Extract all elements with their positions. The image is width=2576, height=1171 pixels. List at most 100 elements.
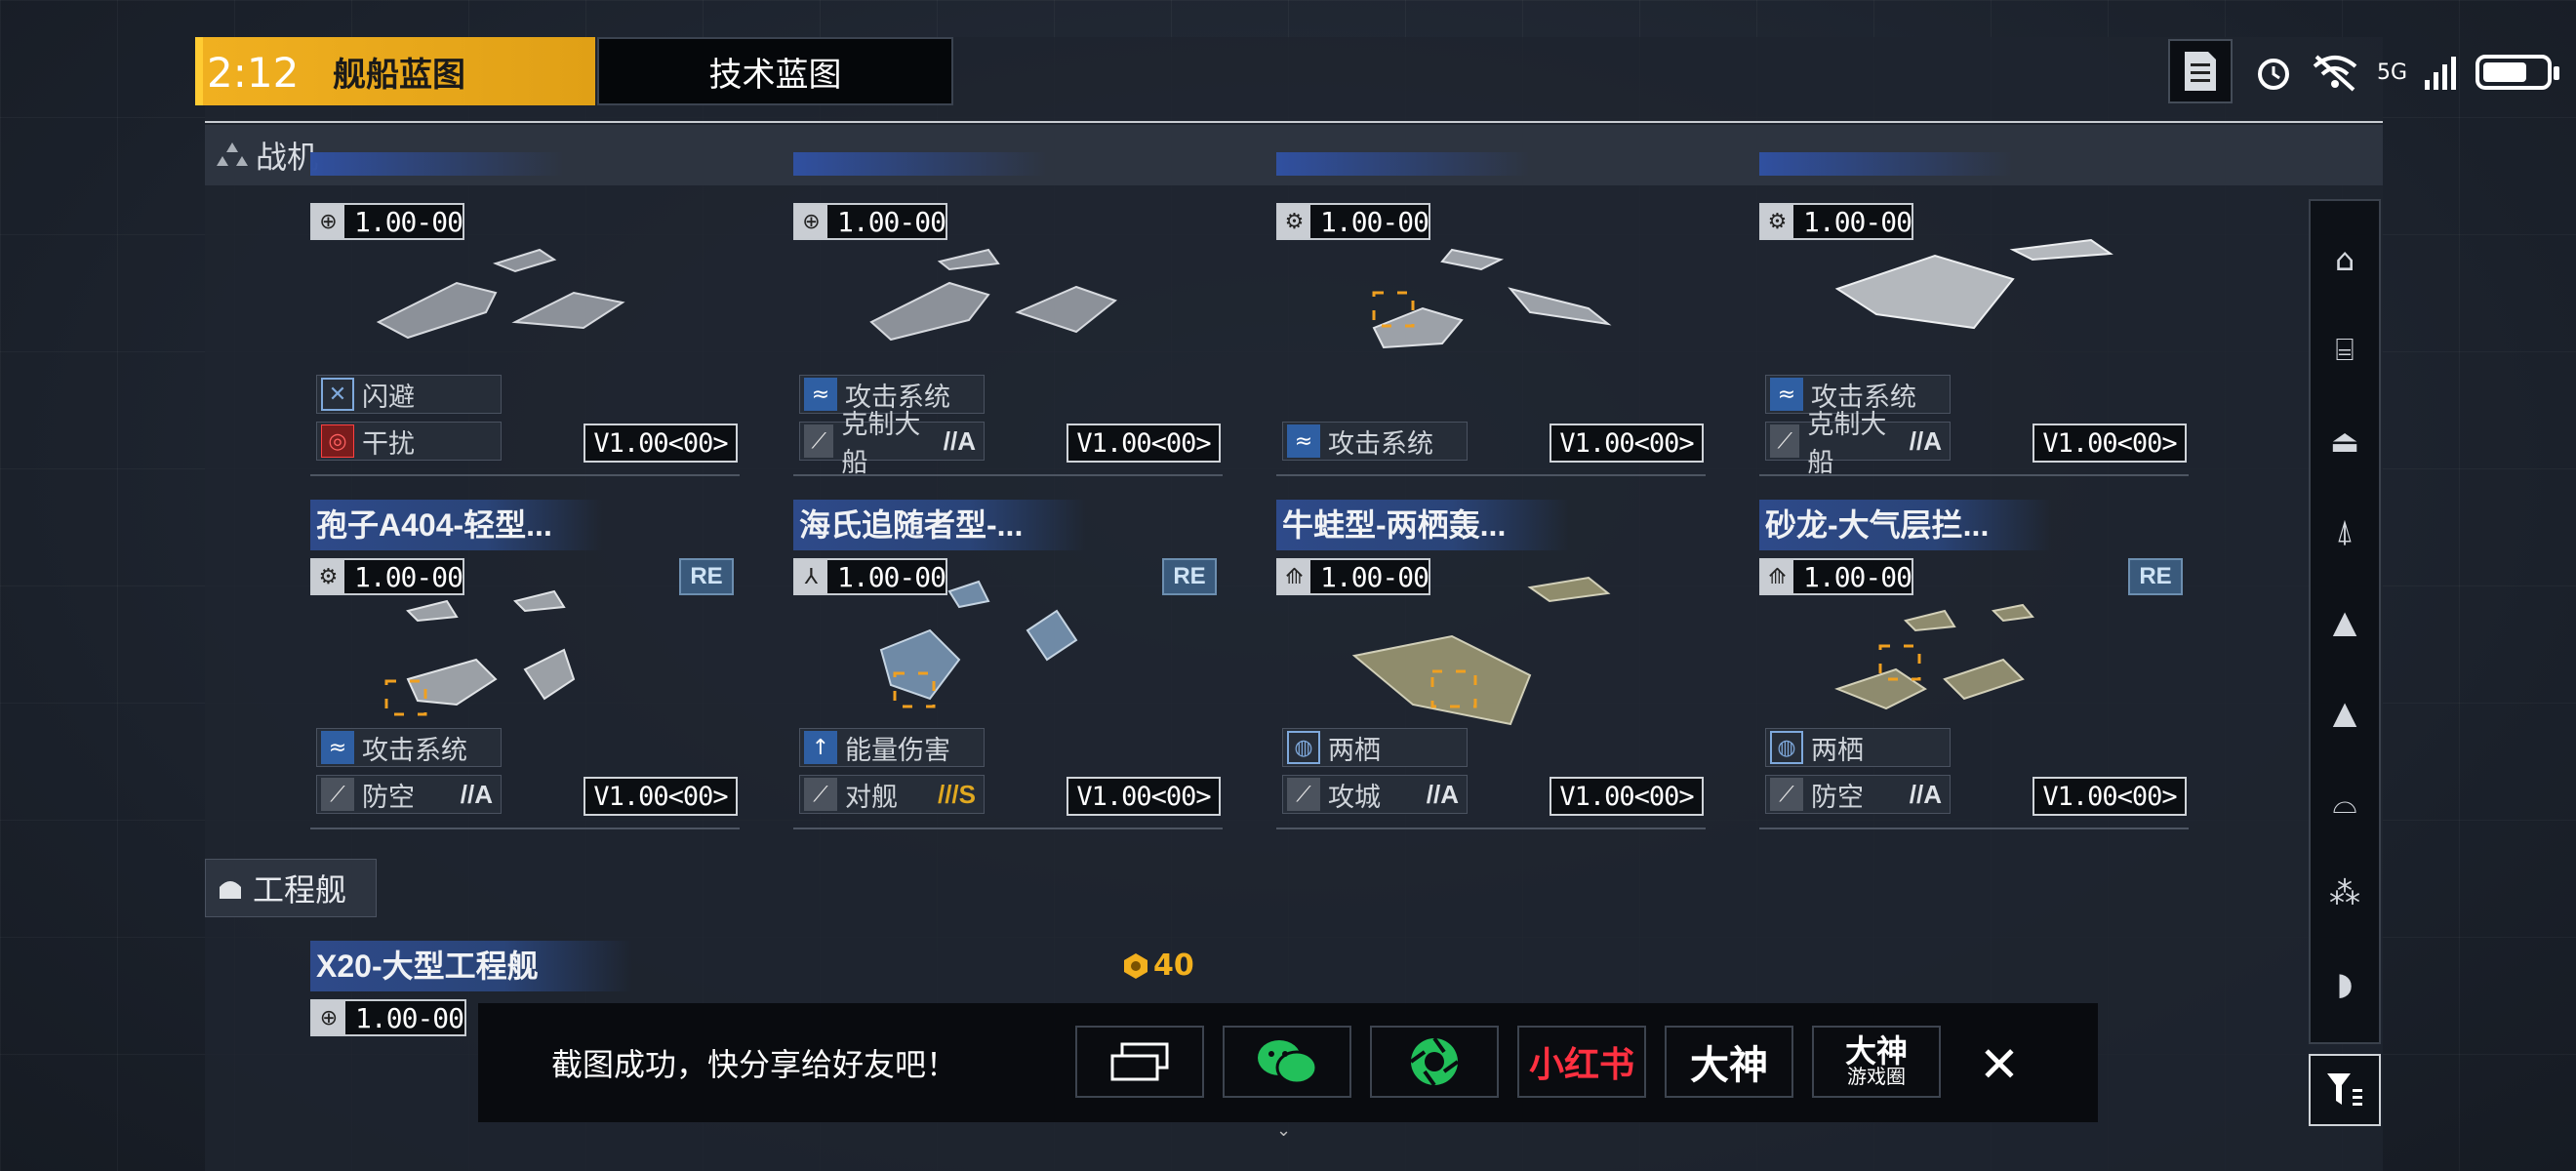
- card-title-partial: [1276, 152, 1530, 176]
- trait-chip: ↑ 能量伤害: [799, 728, 985, 767]
- card-baseline: [793, 474, 1223, 476]
- anti-ship-icon: ⟋: [804, 778, 837, 811]
- share-close-button[interactable]: ✕: [1979, 1036, 2020, 1093]
- ship-card-r1-3[interactable]: ⚙ 1.00-00 ≈ 攻击系统 V1.00<00>: [1276, 152, 1725, 498]
- stat-box: ⊕ 1.00-00: [310, 999, 466, 1036]
- attack-system-icon: ≈: [321, 731, 354, 764]
- fighter-section-icon: [217, 142, 248, 166]
- ship-card-r1-2[interactable]: ⊕ 1.00-00 ≈ 攻击系统 ⟋ 克制大船//A V1.00<00>: [793, 152, 1242, 498]
- share-xiaohongshu-button[interactable]: 小红书: [1517, 1026, 1646, 1098]
- dashen-logo: 大神: [1690, 1044, 1768, 1087]
- card-title: 孢子A404-轻型...: [310, 500, 603, 550]
- filter-icon: [2327, 1073, 2362, 1106]
- share-moments-button[interactable]: [1370, 1026, 1499, 1098]
- moments-icon: [1409, 1036, 1460, 1087]
- trait-chip: ≈ 攻击系统: [316, 728, 502, 767]
- siege-icon: ⟋: [1287, 778, 1320, 811]
- amphibious-icon: ◍: [1770, 731, 1803, 764]
- engineering-ship-icon: [220, 881, 241, 899]
- ship-image: [1834, 238, 2113, 330]
- trait-chip: ⟋ 克制大船//A: [1765, 410, 1951, 477]
- section-header-engineering[interactable]: 工程舰: [205, 859, 377, 917]
- card-title-partial: [793, 152, 1047, 176]
- trait-chip: ◍ 两栖: [1282, 728, 1468, 767]
- wing-icon: ⟰: [1761, 560, 1793, 593]
- share-dashen-community-button[interactable]: 大神 游戏圈: [1812, 1026, 1941, 1098]
- category-icon-8[interactable]: ⁂: [2325, 873, 2364, 912]
- ship-card-r2-3[interactable]: 牛蛙型-两栖轰... ⟰ 1.00-00 ◍ 两栖 ⟋ 攻城//A V1.00<00>: [1276, 500, 1725, 829]
- category-icon-5[interactable]: ▲: [2325, 602, 2364, 641]
- re-badge: RE: [1162, 558, 1217, 595]
- category-icon-9[interactable]: ◗: [2325, 964, 2364, 1003]
- share-dashen-button[interactable]: 大神: [1665, 1026, 1793, 1098]
- section-fighter-label: 战机: [256, 140, 319, 175]
- wechat-icon: [1258, 1040, 1318, 1085]
- category-icon-7[interactable]: ⌓: [2325, 783, 2364, 822]
- attack-system-icon: ≈: [1770, 378, 1803, 411]
- card-baseline: [1276, 474, 1706, 476]
- globe-icon: ⊕: [312, 205, 344, 238]
- xiaohongshu-logo: 小红书: [1528, 1044, 1634, 1084]
- trait-chip: ⟋ 防空//A: [1765, 775, 1951, 814]
- category-icon-2[interactable]: ⌸: [2325, 331, 2364, 370]
- alarm-icon: [2258, 59, 2289, 90]
- copy-window-icon: [1110, 1042, 1169, 1081]
- stat-value: 1.00-00: [353, 205, 463, 238]
- version-label: V1.00<00>: [584, 424, 738, 463]
- ship-image: [869, 248, 1118, 342]
- version-label: V1.00<00>: [1550, 777, 1704, 816]
- category-sidebar: ⌂ ⌸ ⏏ ⍋ ▲ ▲ ⌓ ⁂ ◗: [2309, 199, 2381, 1044]
- attack-system-icon: ≈: [804, 378, 837, 411]
- ship-card-r2-2[interactable]: 海氏追随者型-... ⅄ 1.00-00 RE ↑ 能量伤害 ⟋ 对舰///S V1.…: [793, 500, 1242, 829]
- card-baseline: [310, 828, 740, 829]
- version-label: V1.00<00>: [584, 777, 738, 816]
- stat-value: 1.00-00: [355, 1001, 464, 1034]
- re-badge: RE: [679, 558, 734, 595]
- ship-image: [1834, 603, 2034, 710]
- re-badge: RE: [2128, 558, 2183, 595]
- network-label: 5G: [2377, 60, 2408, 85]
- anti-air-icon: ⟋: [1770, 778, 1803, 811]
- status-time: 2:12: [207, 49, 300, 97]
- ship-card-r2-1[interactable]: 孢子A404-轻型... ⚙ 1.00-00 RE ≈ 攻击系统 ⟋ 防空//A V1…: [310, 500, 759, 829]
- ship-card-r1-4[interactable]: ⚙ 1.00-00 ≈ 攻击系统 ⟋ 克制大船//A V1.00<00>: [1759, 152, 2208, 498]
- ship-image: [376, 248, 625, 340]
- chevron-down-icon[interactable]: ⌄: [1276, 1120, 1298, 1140]
- card-baseline: [793, 828, 1223, 829]
- battery-icon: [2475, 55, 2560, 90]
- globe-icon: ⊕: [795, 205, 827, 238]
- filter-button[interactable]: [2309, 1054, 2381, 1126]
- trait-chip: ⟋ 攻城//A: [1282, 775, 1468, 814]
- version-label: V1.00<00>: [1067, 777, 1221, 816]
- card-title: 海氏追随者型-...: [793, 500, 1086, 550]
- ship-image: [1351, 576, 1611, 726]
- section-engineering-label: 工程舰: [253, 872, 347, 908]
- trait-chip: ⟋ 对舰///S: [799, 775, 985, 814]
- stat-box: ⊕ 1.00-00: [793, 203, 947, 240]
- wing-icon: ⟰: [1278, 560, 1310, 593]
- amphibious-icon: ◍: [1287, 731, 1320, 764]
- jamming-icon: ◎: [321, 424, 354, 458]
- ship-card-r1-1[interactable]: ⊕ 1.00-00 ✕ 闪避 ◎ 干扰 V1.00<00>: [310, 152, 759, 498]
- currency-amount: 40: [1153, 949, 1194, 983]
- trait-chip: ◍ 两栖: [1765, 728, 1951, 767]
- share-copy-button[interactable]: [1075, 1026, 1204, 1098]
- share-wechat-button[interactable]: [1223, 1026, 1351, 1098]
- category-icon-4[interactable]: ⍋: [2325, 511, 2364, 550]
- stat-box: ⊕ 1.00-00: [310, 203, 464, 240]
- card-baseline: [1276, 828, 1706, 829]
- anti-air-icon: ⟋: [321, 778, 354, 811]
- share-message: 截图成功，快分享给好友吧！: [551, 1047, 958, 1082]
- stat-value: 1.00-00: [836, 205, 946, 238]
- tab-tech-blueprint[interactable]: 技术蓝图: [597, 37, 953, 105]
- attack-system-icon: ≈: [1287, 424, 1320, 458]
- gear-icon: ⚙: [1761, 205, 1793, 238]
- category-icon-3[interactable]: ⏏: [2325, 422, 2364, 461]
- category-icon-1[interactable]: ⌂: [2325, 240, 2364, 279]
- category-icon-6[interactable]: ▲: [2325, 693, 2364, 732]
- trait-chip: ⟋ 克制大船//A: [799, 410, 985, 477]
- version-label: V1.00<00>: [1067, 424, 1221, 463]
- ship-card-r2-4[interactable]: 砂龙-大气层拦... ⟰ 1.00-00 RE ◍ 两栖 ⟋ 防空//A V1.00<…: [1759, 500, 2208, 829]
- document-button[interactable]: [2168, 39, 2233, 103]
- version-label: V1.00<00>: [2033, 424, 2187, 463]
